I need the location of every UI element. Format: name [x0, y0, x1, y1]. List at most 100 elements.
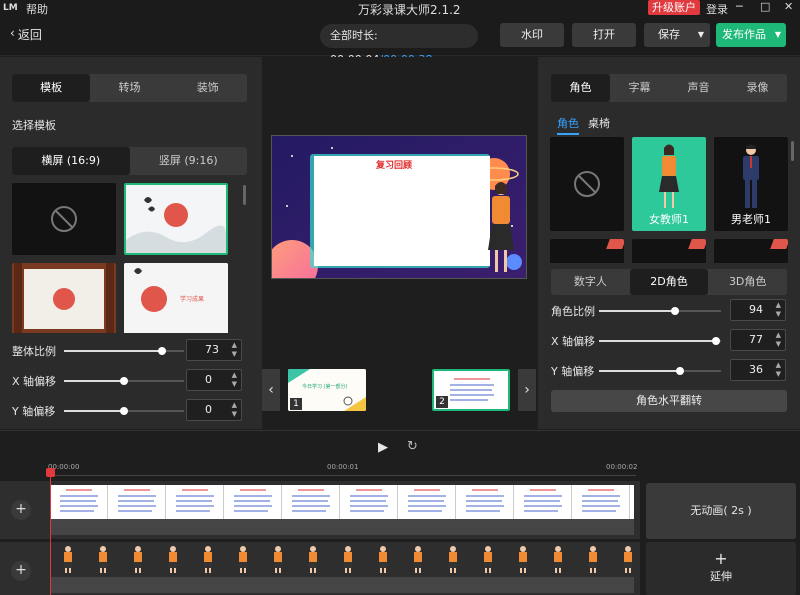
slider-track[interactable] — [599, 370, 721, 372]
character-none[interactable] — [550, 137, 624, 231]
plus-icon: + — [714, 549, 728, 568]
maximize-icon[interactable]: □ — [760, 0, 770, 13]
close-icon[interactable]: ✕ — [784, 0, 793, 13]
slide-thumb-1[interactable]: 今日学习 (第一部分) 1 — [288, 369, 366, 411]
ruler-line — [50, 475, 636, 476]
chevron-left-icon[interactable]: ‹ — [262, 369, 280, 411]
playhead-handle[interactable] — [46, 468, 55, 477]
help-menu[interactable]: 帮助 — [26, 1, 48, 17]
slider-value-input[interactable]: 77 ▲ ▼ — [730, 329, 786, 351]
tab-recording[interactable]: 录像 — [728, 74, 787, 102]
tab-decoration[interactable]: 装饰 — [169, 74, 247, 102]
slider-knob[interactable] — [120, 407, 128, 415]
thumb-1-text: 今日学习 (第一部分) — [302, 384, 348, 390]
slider-knob[interactable] — [675, 367, 684, 375]
character-scrollbar[interactable] — [791, 141, 794, 161]
app-logo: LM — [3, 3, 18, 13]
extend-button[interactable]: + 延伸 — [646, 542, 796, 595]
duration-label: 全部时长: — [330, 29, 378, 42]
mode-digital-human[interactable]: 数字人 — [551, 269, 630, 295]
publish-button[interactable]: 发布作品 ▼ — [716, 23, 786, 47]
teacher-character-preview — [488, 182, 514, 272]
slider-track[interactable] — [599, 340, 721, 342]
slider-value-input[interactable]: 73 ▲ ▼ — [186, 339, 242, 361]
stepper-icon[interactable]: ▲ ▼ — [232, 401, 237, 419]
preview-canvas[interactable]: 复习回顾 — [271, 135, 527, 279]
slider-label: X 轴偏移 — [12, 375, 57, 388]
flip-character-button[interactable]: 角色水平翻转 — [551, 390, 787, 412]
save-button[interactable]: 保存 ▼ — [644, 23, 710, 47]
slide-thumb-2[interactable]: 2 — [432, 369, 510, 411]
tick-label: 00:00:02 — [606, 463, 638, 471]
slider-fill — [599, 310, 675, 312]
template-scrollbar[interactable] — [243, 185, 246, 205]
slide-frame — [166, 485, 224, 519]
character-male-teacher-1[interactable]: 男老师1 — [714, 137, 788, 231]
female-teacher-icon — [659, 144, 679, 208]
stepper-icon[interactable]: ▲ ▼ — [232, 371, 237, 389]
subtab-character[interactable]: 角色 — [557, 115, 579, 135]
playhead[interactable] — [50, 469, 51, 595]
stepper-icon[interactable]: ▲ ▼ — [776, 331, 781, 349]
character-frame — [50, 545, 85, 575]
no-animation-button[interactable]: 无动画( 2s ) — [646, 483, 796, 539]
add-track-button[interactable]: + — [11, 561, 31, 581]
tab-character[interactable]: 角色 — [551, 74, 610, 102]
left-panel: 模板 转场 装饰 选择模板 横屏 (16:9) 竖屏 (9:16) 学习成果 整… — [0, 57, 262, 429]
template-ink-1[interactable] — [124, 183, 228, 255]
thumb-index-1: 1 — [290, 398, 302, 410]
character-clip-bar — [50, 577, 634, 593]
slider-value-input[interactable]: 94 ▲ ▼ — [730, 299, 786, 321]
tab-subtitle[interactable]: 字幕 — [610, 74, 669, 102]
character-tile[interactable] — [632, 239, 706, 263]
slider-track[interactable] — [599, 310, 721, 312]
chevron-right-icon[interactable]: › — [518, 369, 536, 411]
open-button[interactable]: 打开 — [572, 23, 636, 47]
orient-landscape[interactable]: 横屏 (16:9) — [12, 147, 130, 175]
slide-clip[interactable] — [50, 485, 634, 519]
refresh-icon[interactable]: ↻ — [407, 439, 418, 454]
character-clip[interactable] — [50, 545, 634, 575]
character-frame — [610, 545, 634, 575]
tick-label: 00:00:01 — [327, 463, 359, 471]
character-tile[interactable] — [714, 239, 788, 263]
mode-2d[interactable]: 2D角色 — [629, 269, 709, 295]
login-button[interactable]: 登录 — [706, 1, 728, 17]
slider-knob[interactable] — [670, 307, 679, 315]
template-classroom[interactable] — [12, 263, 116, 333]
slide-frame — [398, 485, 456, 519]
stepper-icon[interactable]: ▲ ▼ — [776, 301, 781, 319]
character-frame — [575, 545, 610, 575]
slider-knob[interactable] — [158, 347, 167, 355]
watermark-button[interactable]: 水印 — [500, 23, 564, 47]
slider-knob[interactable] — [120, 377, 128, 385]
mode-3d[interactable]: 3D角色 — [708, 269, 787, 295]
duration-display: 全部时长: 00:00:04/00:00:38 — [320, 24, 478, 66]
minimize-icon[interactable]: ─ — [736, 0, 743, 13]
character-frame — [435, 545, 470, 575]
stepper-icon[interactable]: ▲ ▼ — [776, 361, 781, 379]
tab-sound[interactable]: 声音 — [669, 74, 728, 102]
template-none[interactable] — [12, 183, 116, 255]
template-ink-2[interactable]: 学习成果 — [124, 263, 228, 333]
upgrade-account-button[interactable]: 升级账户 — [648, 0, 700, 15]
tab-template[interactable]: 模板 — [12, 74, 91, 102]
extend-label: 延伸 — [710, 570, 732, 583]
orient-portrait[interactable]: 竖屏 (9:16) — [130, 147, 248, 175]
play-icon[interactable]: ▶ — [378, 440, 388, 455]
slide-frame — [108, 485, 166, 519]
character-grid: 女教师1 男老师1 — [550, 135, 790, 263]
tab-transition[interactable]: 转场 — [90, 74, 168, 102]
slider-value-input[interactable]: 36 ▲ ▼ — [730, 359, 786, 381]
no-entry-icon — [574, 171, 600, 197]
character-frame — [365, 545, 400, 575]
character-tile[interactable] — [550, 239, 624, 263]
add-track-button[interactable]: + — [11, 500, 31, 520]
character-female-teacher-1[interactable]: 女教师1 — [632, 137, 706, 231]
back-button[interactable]: ‹ 返回 — [10, 26, 42, 43]
slider-value-input[interactable]: 0 ▲ ▼ — [186, 399, 242, 421]
stepper-icon[interactable]: ▲ ▼ — [232, 341, 237, 359]
slider-knob[interactable] — [712, 337, 721, 345]
subtab-desk[interactable]: 桌椅 — [588, 115, 610, 131]
slider-value-input[interactable]: 0 ▲ ▼ — [186, 369, 242, 391]
